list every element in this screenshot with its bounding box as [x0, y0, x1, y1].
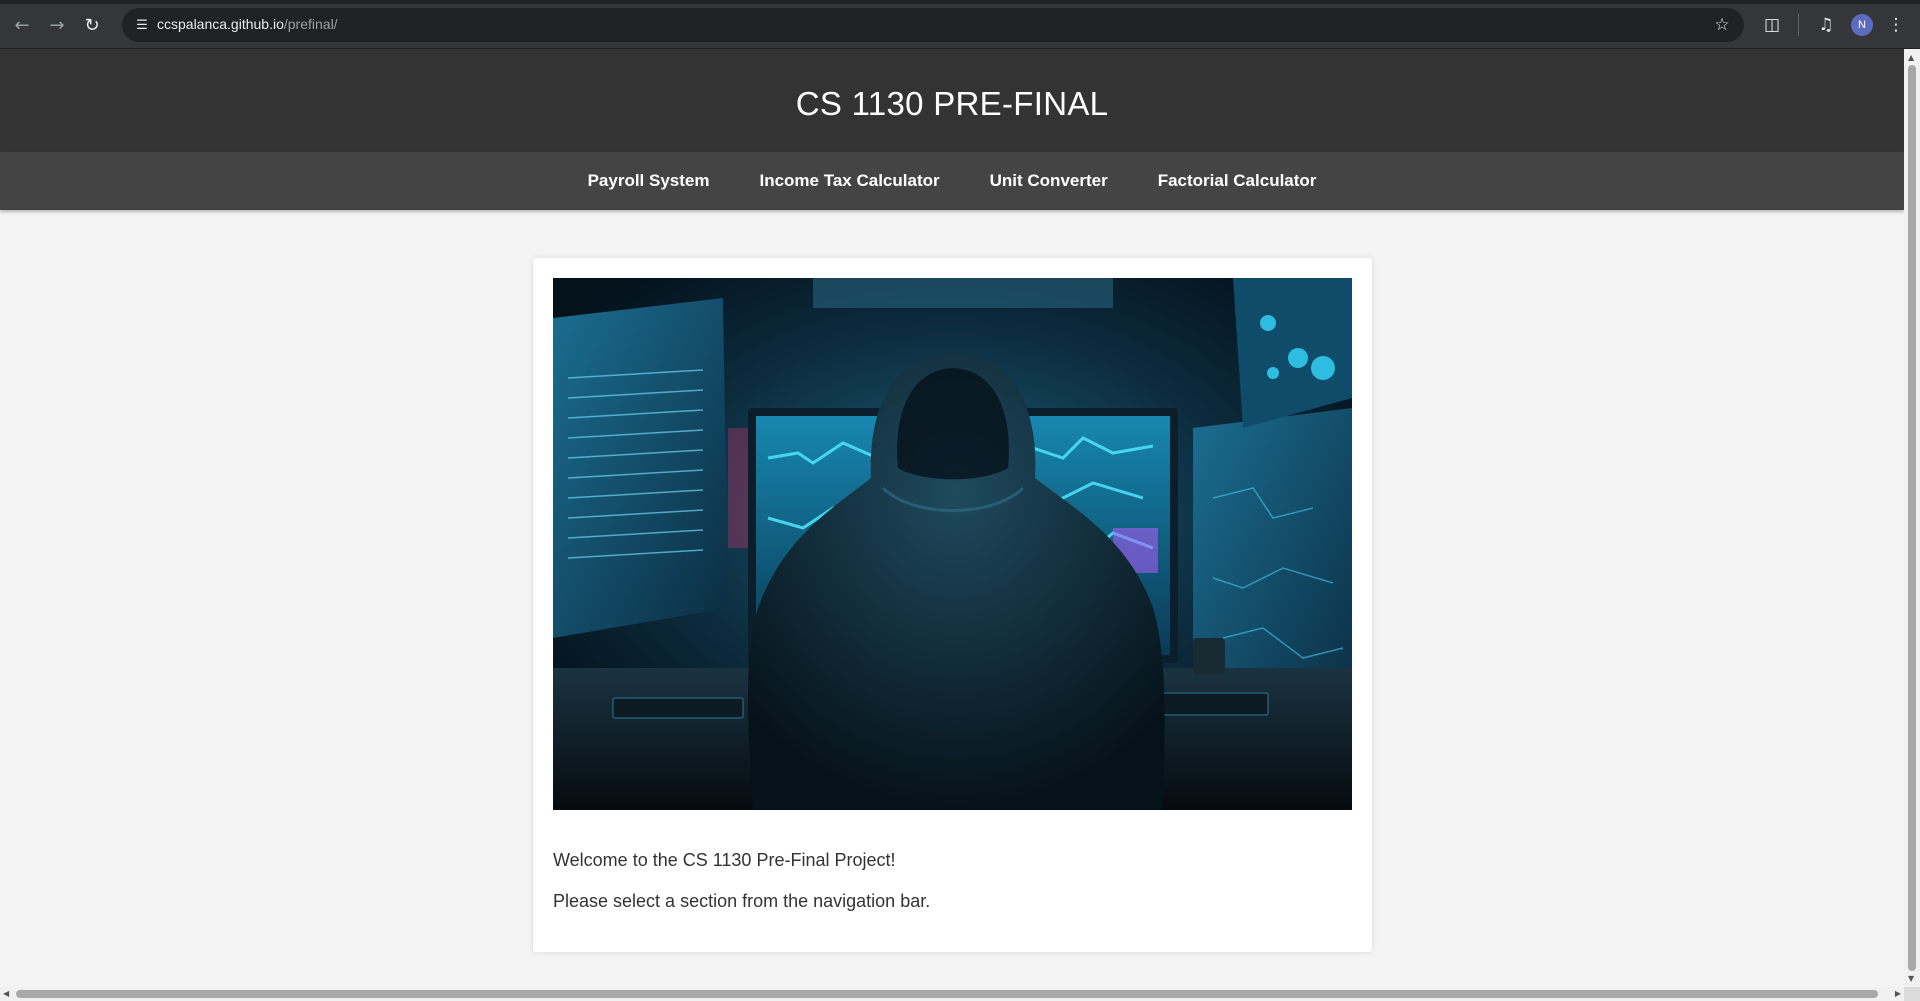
- scroll-right-arrow-icon[interactable]: ▶: [1895, 989, 1901, 998]
- left-keyboard: [612, 697, 744, 719]
- bookmark-star-icon[interactable]: ☆: [1710, 13, 1734, 37]
- toolbar-divider: [1798, 14, 1799, 36]
- horizontal-scrollbar[interactable]: ◀ ▶: [0, 987, 1904, 1001]
- extensions-puzzle-icon[interactable]: ◫: [1757, 10, 1787, 40]
- nav-link-payroll-system[interactable]: Payroll System: [588, 171, 710, 191]
- coffee-mug: [1193, 638, 1225, 674]
- page-title: CS 1130 PRE-FINAL: [795, 84, 1109, 122]
- scroll-left-arrow-icon[interactable]: ◀: [3, 989, 9, 998]
- back-arrow-icon[interactable]: ←: [7, 10, 37, 40]
- url-path: /prefinal/: [283, 16, 338, 32]
- kebab-menu-icon[interactable]: ⋮: [1881, 10, 1911, 40]
- forward-arrow-icon[interactable]: →: [42, 10, 72, 40]
- horizontal-scroll-thumb[interactable]: [16, 990, 1878, 998]
- address-bar[interactable]: ☰ ccspalanca.github.io/prefinal/ ☆: [122, 8, 1744, 42]
- reload-icon[interactable]: ↻: [77, 10, 107, 40]
- media-queue-icon[interactable]: ♫: [1811, 10, 1841, 40]
- scroll-down-arrow-icon[interactable]: ▼: [1908, 974, 1914, 983]
- scroll-up-arrow-icon[interactable]: ▲: [1908, 53, 1914, 62]
- nav-link-unit-converter[interactable]: Unit Converter: [990, 171, 1108, 191]
- main-navigation: Payroll System Income Tax Calculator Uni…: [0, 152, 1904, 210]
- right-keyboard: [1152, 692, 1269, 716]
- scrollbar-corner: [1904, 987, 1920, 1001]
- vertical-scroll-thumb[interactable]: [1908, 65, 1916, 971]
- page-viewport: CS 1130 PRE-FINAL Payroll System Income …: [0, 49, 1904, 987]
- url-host: ccspalanca.github.io: [157, 16, 284, 32]
- address-url[interactable]: ccspalanca.github.io/prefinal/: [157, 16, 338, 32]
- nav-link-income-tax-calculator[interactable]: Income Tax Calculator: [759, 171, 939, 191]
- tab-strip-edge: [0, 0, 1920, 4]
- site-info-icon[interactable]: ☰: [132, 15, 152, 35]
- ceiling-light: [813, 278, 1113, 308]
- hero-image-hooded-hacker: [553, 278, 1352, 810]
- nav-link-factorial-calculator[interactable]: Factorial Calculator: [1158, 171, 1317, 191]
- content-card: Welcome to the CS 1130 Pre-Final Project…: [533, 258, 1372, 952]
- profile-avatar[interactable]: N: [1851, 14, 1873, 36]
- magenta-glow: [728, 428, 748, 548]
- vertical-scrollbar[interactable]: ▲ ▼: [1904, 49, 1920, 987]
- browser-toolbar: ← → ↻ ☰ ccspalanca.github.io/prefinal/ ☆…: [0, 0, 1920, 49]
- instruction-message: Please select a section from the navigat…: [553, 891, 931, 911]
- left-monitor: [553, 298, 728, 638]
- site-header: CS 1130 PRE-FINAL: [0, 49, 1904, 152]
- welcome-message: Welcome to the CS 1130 Pre-Final Project…: [553, 850, 896, 870]
- hero-illustration: [553, 278, 1352, 810]
